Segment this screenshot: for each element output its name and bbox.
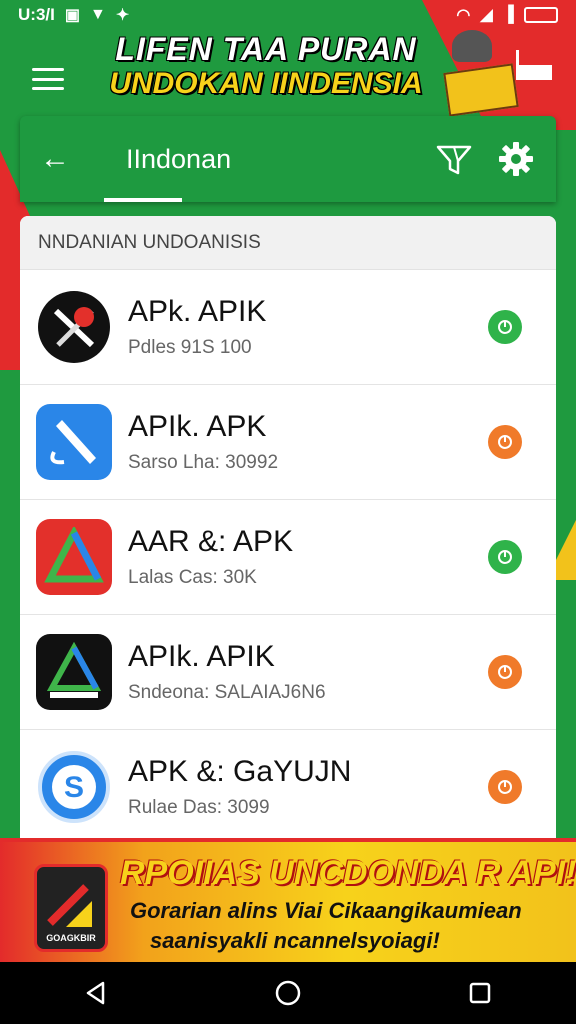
banner-title: LIFEN TAA PURAN UNDOKAN IINDENSIA [96,31,436,101]
promo-banner[interactable]: GOAGKBIR RPOIIAS UNCDONDA R API! Goraria… [0,838,576,962]
status-bar: U:3/I ▣ ▼ ✦ ◠ ◢ ▐ [0,0,576,30]
menu-icon[interactable] [32,68,64,90]
promo-logo-label: GOAGKBIR [46,933,96,943]
promo-headline: RPOIIAS UNCDONDA R API! [120,854,576,892]
list-item[interactable]: APIk. APIK Sndeona: SALAIAJ6N6 [20,615,556,730]
status-indicator-icon[interactable] [488,770,522,804]
signal-icon: ▐ [502,6,514,23]
promo-subtitle: saanisyakli ncannelsyoiagi! [150,928,440,953]
promo-subtitle: Gorarian alins Viai Cikaangikaumiean [130,898,522,923]
s-logo-icon: S [36,749,112,825]
list-item[interactable]: S APK &: GaYUJN Rulae Das: 3099 [20,730,556,845]
app-list-card: NNDANIAN UNDOANISIS APk. APIK Pdles 91S … [20,216,556,866]
triangle-logo-icon [36,519,112,595]
menu-line [32,68,64,71]
notification-icon: ✦ [115,7,130,24]
recents-icon[interactable] [458,971,502,1015]
app-name: AAR &: APK [128,525,294,558]
arrow-back-icon[interactable]: ← [40,142,80,176]
flag-icon [516,50,552,80]
status-indicator-icon[interactable] [488,425,522,459]
status-indicator-icon[interactable] [488,540,522,574]
app-name: APk. APIK [128,295,267,328]
app-bar-title: IIndonan [126,143,232,174]
status-indicator-icon[interactable] [488,310,522,344]
app-meta: Lalas Cas: 30K [128,567,257,588]
banner-line2: UNDOKAN IINDENSIA [109,67,423,101]
status-indicator-icon[interactable] [488,655,522,689]
banner-illustration [432,30,552,117]
svg-text:S: S [64,771,84,804]
promo-logo-icon [47,884,92,927]
triangle-logo-icon [36,634,112,710]
list-item[interactable]: APk. APIK Pdles 91S 100 [20,270,556,385]
promo-logo: GOAGKBIR [34,864,108,952]
filter-icon[interactable] [434,139,474,179]
app-meta: Sarso Lha: 30992 [128,452,279,473]
list-item[interactable]: AAR &: APK Lalas Cas: 30K [20,500,556,615]
app-name: APIk. APIK [128,640,275,673]
app-name: APIk. APK [128,410,267,443]
menu-line [32,77,64,81]
settings-icon[interactable] [496,139,536,179]
app-name: APK &: GaYUJN [128,755,352,788]
app-bar: ← IIndonan [20,116,556,202]
back-icon[interactable] [74,971,118,1015]
signal-icon: ◢ [480,7,493,24]
app-meta: Sndeona: SALAIAJ6N6 [128,682,326,703]
list-item[interactable]: APIk. APK Sarso Lha: 30992 [20,385,556,500]
battery-icon [524,7,558,23]
wifi-icon: ◠ [456,7,471,24]
status-right: ◠ ◢ ▐ [456,5,558,25]
app-meta: Rulae Das: 3099 [128,797,270,818]
status-time: U:3/I [18,5,55,24]
navigation-bar [0,962,576,1024]
gallery-icon: ▣ [64,7,80,24]
top-banner: LIFEN TAA PURAN UNDOKAN IINDENSIA [0,30,576,117]
app-meta: Pdles 91S 100 [128,337,252,358]
home-icon[interactable] [266,971,310,1015]
banner-line1: LIFEN TAA PURAN [115,31,417,67]
pen-icon [36,404,112,480]
menu-line [32,87,64,90]
wifi-icon: ▼ [89,6,106,23]
list-header: NNDANIAN UNDOANISIS [20,216,556,270]
status-left: U:3/I ▣ ▼ ✦ [18,5,129,25]
tools-icon [36,289,112,365]
tab-indicator [104,198,182,202]
helmet-illustration [452,30,492,62]
box-illustration [443,63,519,117]
